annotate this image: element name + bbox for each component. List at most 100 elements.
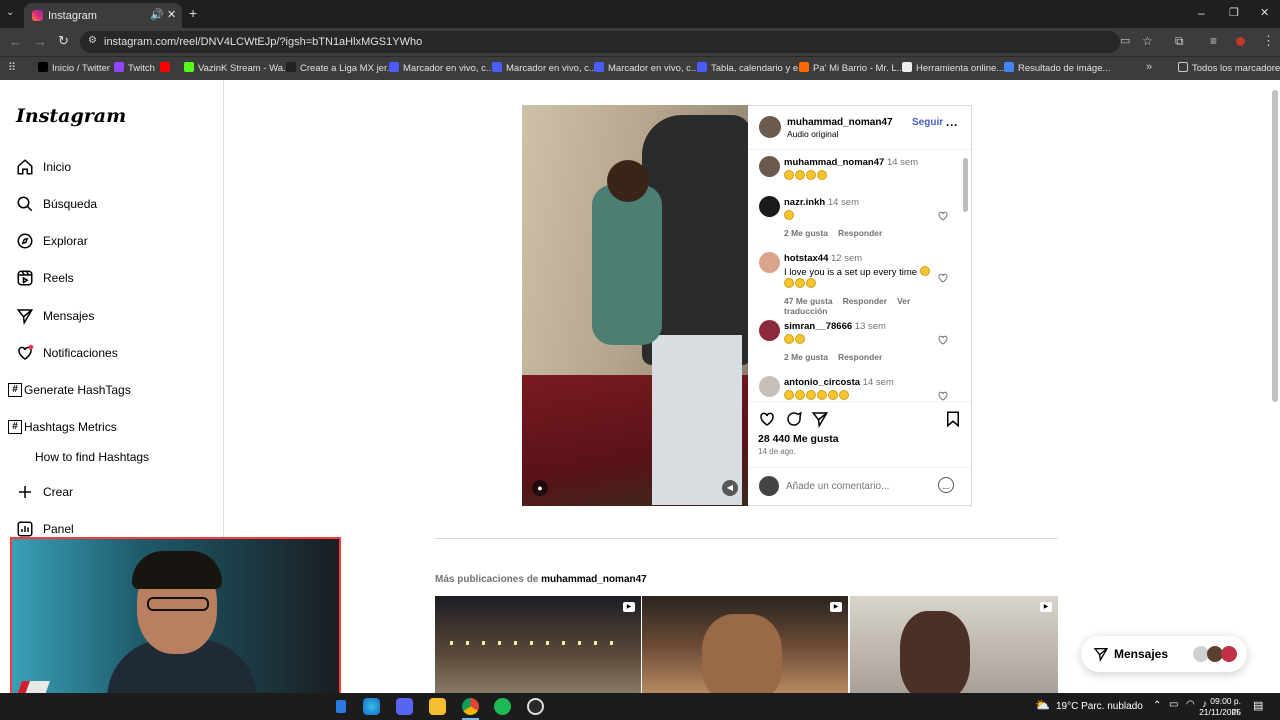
likes-count[interactable]: 28 440 Me gusta — [758, 433, 839, 445]
sidebar-item-generate-hashtags[interactable]: # Generate HashTags — [8, 383, 131, 397]
network-icon[interactable]: ▭ — [1169, 699, 1178, 710]
emoji-picker-icon[interactable]: ‿ — [938, 477, 954, 493]
sidebar-item-notificaciones[interactable]: Notificaciones — [16, 342, 118, 364]
comment-bubble-icon[interactable] — [785, 410, 803, 428]
weather-text[interactable]: 19°C Parc. nublado — [1056, 701, 1143, 712]
address-field[interactable]: ⚙ instagram.com/reel/DNV4LCWtEJp/?igsh=b… — [80, 31, 1153, 53]
caption-username[interactable]: muhammad_noman47 — [784, 157, 884, 168]
forward-icon[interactable]: → — [34, 34, 47, 49]
comment-likes[interactable]: 2 Me gusta — [784, 352, 828, 362]
comment-likes[interactable]: 47 Me gusta — [784, 296, 833, 306]
comment-avatar[interactable] — [759, 320, 780, 341]
weather-icon[interactable]: ⛅ — [1035, 698, 1050, 712]
bookmark-item[interactable]: Resultado de imáge... — [1004, 62, 1110, 74]
comment-username[interactable]: antonio_circosta — [784, 377, 860, 388]
audio-label[interactable]: Audio original — [787, 129, 839, 139]
close-window-icon[interactable]: ✕ — [1260, 6, 1269, 19]
post-thumbnail[interactable]: ▶ — [850, 596, 1058, 693]
comment-likes[interactable]: 2 Me gusta — [784, 228, 828, 238]
bookmark-item[interactable]: Tabla, calendario y e... — [697, 62, 806, 74]
instagram-logo[interactable]: Instagram — [16, 105, 126, 127]
edge-icon[interactable] — [363, 698, 380, 715]
reload-icon[interactable]: ↻ — [58, 33, 69, 49]
comment-avatar[interactable] — [759, 376, 780, 397]
reply-link[interactable]: Responder — [843, 296, 887, 306]
save-bookmark-icon[interactable] — [944, 410, 962, 428]
file-explorer-icon[interactable] — [429, 698, 446, 715]
comment-like-heart-icon[interactable] — [937, 390, 949, 401]
site-info-icon[interactable]: ⚙ — [88, 35, 97, 46]
minimize-icon[interactable]: – — [1198, 6, 1205, 20]
share-send-icon[interactable] — [811, 410, 829, 428]
more-posts-user[interactable]: muhammad_noman47 — [541, 574, 647, 585]
reel-video[interactable]: ● ◀ — [522, 105, 748, 506]
bookmark-item[interactable]: Marcador en vivo, c... — [492, 62, 597, 74]
notification-center-icon[interactable]: ▤ — [1253, 699, 1263, 712]
tab-instagram[interactable]: Instagram 🔊 ✕ — [24, 3, 182, 28]
bookmark-star-icon[interactable]: ☆ — [1142, 34, 1153, 48]
clock-date[interactable]: 21/11/2025 — [1196, 707, 1241, 717]
maximize-icon[interactable]: ❐ — [1229, 6, 1239, 19]
wifi-icon[interactable]: ◠ — [1186, 699, 1195, 710]
new-tab-icon[interactable]: + — [189, 5, 197, 21]
reel-mute-icon[interactable]: ◀ — [722, 480, 738, 496]
like-heart-icon[interactable] — [758, 410, 776, 428]
bookmarks-overflow-icon[interactable]: » — [1146, 61, 1152, 73]
spotify-icon[interactable] — [494, 698, 511, 715]
reply-link[interactable]: Responder — [838, 228, 882, 238]
follow-button[interactable]: Seguir — [912, 117, 943, 128]
comment-username[interactable]: simran__78666 — [784, 321, 852, 332]
bookmark-item[interactable]: Herramienta online... — [902, 62, 1004, 74]
profile-icon[interactable] — [1236, 37, 1245, 46]
install-app-icon[interactable]: ▭ — [1120, 34, 1130, 47]
comments-scrollbar[interactable] — [963, 158, 968, 212]
messages-floating-button[interactable]: Mensajes — [1081, 636, 1247, 672]
discord-icon[interactable] — [396, 698, 413, 715]
tab-audio-icon[interactable]: 🔊 — [150, 8, 164, 21]
comments-scroll[interactable]: muhammad_noman47 14 sem nazr.inkh 14 sem… — [748, 150, 971, 401]
comment-username[interactable]: nazr.inkh — [784, 197, 825, 208]
obs-icon[interactable] — [527, 698, 544, 715]
bookmark-item[interactable]: Twitch — [114, 62, 155, 74]
sidebar-item-hashtags-metrics[interactable]: # Hashtags Metrics — [8, 420, 117, 434]
all-bookmarks-folder[interactable]: Todos los marcadores — [1178, 62, 1280, 74]
tab-close-icon[interactable]: ✕ — [167, 8, 176, 21]
reel-user-tag-icon[interactable]: ● — [532, 480, 548, 496]
comment-like-heart-icon[interactable] — [937, 210, 949, 222]
tab-list-chevron-icon[interactable]: ⌄ — [6, 7, 14, 18]
reply-link[interactable]: Responder — [838, 352, 882, 362]
sidebar-item-busqueda[interactable]: Búsqueda — [16, 193, 97, 215]
comment-like-heart-icon[interactable] — [937, 272, 949, 284]
sidebar-item-mensajes[interactable]: Mensajes — [16, 305, 94, 327]
sidebar-item-explorar[interactable]: Explorar — [16, 230, 88, 252]
comment-avatar[interactable] — [759, 252, 780, 273]
sidebar-item-crear[interactable]: Crear — [16, 481, 73, 503]
sidebar-item-reels[interactable]: Reels — [16, 267, 74, 289]
browser-menu-icon[interactable]: ⋮ — [1262, 33, 1275, 49]
bookmark-item[interactable]: Create a Liga MX jer... — [286, 62, 395, 74]
apps-grid-icon[interactable]: ⠿ — [8, 61, 16, 74]
bookmark-item[interactable]: VazinK Stream - Wa... — [184, 62, 291, 74]
bookmark-item[interactable]: Inicio / Twitter — [38, 62, 110, 74]
comment-username[interactable]: hotstax44 — [784, 253, 828, 264]
bookmark-item[interactable] — [160, 62, 174, 74]
author-avatar[interactable] — [759, 116, 781, 138]
bookmark-item[interactable]: Marcador en vivo, c... — [389, 62, 494, 74]
bookmark-item[interactable]: Pa' Mi Barrio - Mr. L... — [799, 62, 905, 74]
media-control-icon[interactable]: ≡ — [1210, 34, 1217, 48]
back-icon[interactable]: ← — [9, 34, 22, 49]
tray-chevron-icon[interactable]: ⌃ — [1153, 700, 1161, 711]
comment-like-heart-icon[interactable] — [937, 334, 949, 346]
comment-input[interactable] — [786, 478, 936, 494]
how-to-find-hashtags-link[interactable]: How to find Hashtags — [35, 450, 149, 464]
post-thumbnail[interactable]: ▶ — [435, 596, 641, 693]
caption-avatar[interactable] — [759, 156, 780, 177]
post-date[interactable]: 14 de ago. — [758, 447, 796, 456]
taskbar-app-partial[interactable] — [336, 700, 346, 713]
bookmark-item[interactable]: Marcador en vivo, c... — [594, 62, 699, 74]
extensions-icon[interactable]: ⧉ — [1175, 34, 1184, 49]
author-username[interactable]: muhammad_noman47 — [787, 117, 893, 128]
comment-avatar[interactable] — [759, 196, 780, 217]
page-scrollbar[interactable] — [1272, 90, 1278, 402]
post-thumbnail[interactable]: ▶ — [642, 596, 848, 693]
